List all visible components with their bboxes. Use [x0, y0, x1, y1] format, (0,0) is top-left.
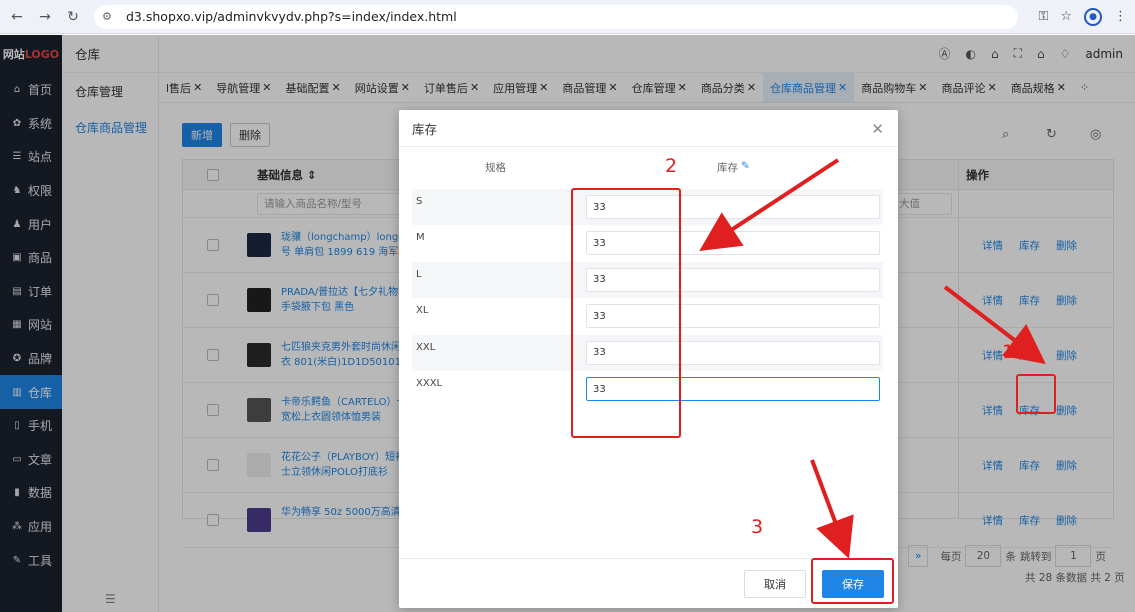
dialog-title: 库存	[399, 110, 898, 147]
spec-label: XL	[416, 305, 429, 317]
menu-icon[interactable]: ⋮	[1114, 9, 1127, 24]
browser-toolbar: ← → ↻ ⚙ d3.shopxo.vip/adminvkvydv.php?s=…	[0, 0, 1135, 34]
site-settings-icon[interactable]: ⚙	[102, 10, 122, 23]
annotation-box-stock-inputs	[571, 188, 681, 438]
col-stock: 库存 ✎	[717, 160, 750, 175]
forward-icon[interactable]: →	[34, 6, 56, 28]
annotation-box-stock-button	[1016, 374, 1056, 414]
annotation-box-save-button	[811, 558, 894, 604]
star-icon[interactable]: ☆	[1060, 9, 1072, 24]
annotation-number-3: 3	[751, 516, 764, 538]
url-text: d3.shopxo.vip/adminvkvydv.php?s=index/in…	[126, 9, 457, 24]
edit-icon[interactable]: ✎	[741, 160, 750, 175]
address-bar[interactable]: ⚙ d3.shopxo.vip/adminvkvydv.php?s=index/…	[94, 4, 1018, 29]
annotation-number-2: 2	[665, 155, 678, 177]
spec-label: XXL	[416, 341, 436, 353]
annotation-number-1: 1	[1002, 341, 1015, 363]
key-icon[interactable]: ⚿	[1038, 9, 1048, 24]
close-icon[interactable]: ✕	[871, 120, 884, 138]
dialog-table-header: 规格 库存 ✎	[399, 160, 898, 184]
reload-icon[interactable]: ↻	[62, 6, 84, 28]
spec-label: XXXL	[416, 378, 443, 389]
spec-label: M	[416, 232, 425, 244]
back-icon[interactable]: ←	[6, 6, 28, 28]
col-spec: 规格	[485, 162, 506, 174]
spec-label: L	[416, 268, 422, 280]
spec-label: S	[416, 196, 423, 207]
cancel-button[interactable]: 取消	[744, 570, 806, 598]
profile-icon[interactable]: ●	[1084, 7, 1102, 26]
